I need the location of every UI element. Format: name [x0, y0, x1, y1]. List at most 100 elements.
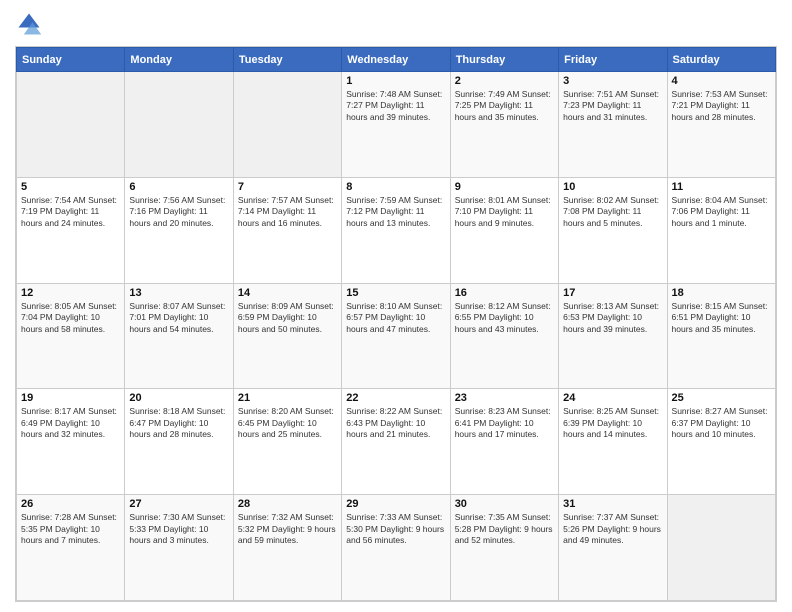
day-number: 14 [238, 287, 337, 299]
day-cell: 5 Sunrise: 7:54 AM Sunset: 7:19 PM Daylig… [17, 177, 125, 283]
day-info: Sunrise: 7:28 AM Sunset: 5:35 PM Dayligh… [21, 512, 120, 546]
day-cell: 1 Sunrise: 7:48 AM Sunset: 7:27 PM Daylig… [342, 72, 450, 178]
day-number: 26 [21, 498, 120, 510]
day-cell: 15Sunrise: 8:10 AM Sunset: 6:57 PM Dayli… [342, 283, 450, 389]
day-cell: 26 Sunrise: 7:28 AM Sunset: 5:35 PM Dayli… [17, 495, 125, 601]
day-cell: 4Sunrise: 7:53 AM Sunset: 7:21 PM Daylig… [667, 72, 775, 178]
day-number: 4 [672, 75, 771, 87]
day-info: Sunrise: 7:59 AM Sunset: 7:12 PM Dayligh… [346, 195, 445, 229]
day-cell: 23 Sunrise: 8:23 AM Sunset: 6:41 PM Dayli… [450, 389, 558, 495]
day-number: 3 [563, 75, 662, 87]
day-cell: 12 Sunrise: 8:05 AM Sunset: 7:04 PM Dayli… [17, 283, 125, 389]
day-info: Sunrise: 7:37 AM Sunset: 5:26 PM Dayligh… [563, 512, 662, 546]
day-number: 8 [346, 181, 445, 193]
day-cell: 21 Sunrise: 8:20 AM Sunset: 6:45 PM Dayli… [233, 389, 341, 495]
day-number: 16 [455, 287, 554, 299]
day-cell: 20 Sunrise: 8:18 AM Sunset: 6:47 PM Dayli… [125, 389, 233, 495]
day-info: Sunrise: 7:57 AM Sunset: 7:14 PM Dayligh… [238, 195, 337, 229]
day-info: Sunrise: 8:01 AM Sunset: 7:10 PM Dayligh… [455, 195, 554, 229]
day-number: 21 [238, 392, 337, 404]
day-info: Sunrise: 8:09 AM Sunset: 6:59 PM Dayligh… [238, 301, 337, 335]
day-info: Sunrise: 8:02 AM Sunset: 7:08 PM Dayligh… [563, 195, 662, 229]
day-cell [667, 495, 775, 601]
page: SundayMondayTuesdayWednesdayThursdayFrid… [0, 0, 792, 612]
day-info: Sunrise: 8:25 AM Sunset: 6:39 PM Dayligh… [563, 406, 662, 440]
weekday-header-row: SundayMondayTuesdayWednesdayThursdayFrid… [17, 48, 776, 72]
day-number: 27 [129, 498, 228, 510]
day-info: Sunrise: 8:15 AM Sunset: 6:51 PM Dayligh… [672, 301, 771, 335]
day-info: Sunrise: 8:13 AM Sunset: 6:53 PM Dayligh… [563, 301, 662, 335]
day-number: 10 [563, 181, 662, 193]
day-number: 2 [455, 75, 554, 87]
day-cell: 16Sunrise: 8:12 AM Sunset: 6:55 PM Dayli… [450, 283, 558, 389]
day-cell [233, 72, 341, 178]
day-info: Sunrise: 8:20 AM Sunset: 6:45 PM Dayligh… [238, 406, 337, 440]
day-number: 1 [346, 75, 445, 87]
day-info: Sunrise: 7:32 AM Sunset: 5:32 PM Dayligh… [238, 512, 337, 546]
week-row-4: 19Sunrise: 8:17 AM Sunset: 6:49 PM Dayli… [17, 389, 776, 495]
day-cell: 2 Sunrise: 7:49 AM Sunset: 7:25 PM Daylig… [450, 72, 558, 178]
weekday-header-sunday: Sunday [17, 48, 125, 72]
day-cell: 3 Sunrise: 7:51 AM Sunset: 7:23 PM Daylig… [559, 72, 667, 178]
day-cell: 28Sunrise: 7:32 AM Sunset: 5:32 PM Dayli… [233, 495, 341, 601]
day-number: 25 [672, 392, 771, 404]
day-number: 13 [129, 287, 228, 299]
logo-icon [15, 10, 43, 38]
day-info: Sunrise: 8:23 AM Sunset: 6:41 PM Dayligh… [455, 406, 554, 440]
day-number: 18 [672, 287, 771, 299]
day-info: Sunrise: 7:33 AM Sunset: 5:30 PM Dayligh… [346, 512, 445, 546]
day-cell: 27 Sunrise: 7:30 AM Sunset: 5:33 PM Dayli… [125, 495, 233, 601]
day-cell: 17 Sunrise: 8:13 AM Sunset: 6:53 PM Dayli… [559, 283, 667, 389]
day-cell: 9Sunrise: 8:01 AM Sunset: 7:10 PM Daylig… [450, 177, 558, 283]
day-number: 12 [21, 287, 120, 299]
day-cell: 18 Sunrise: 8:15 AM Sunset: 6:51 PM Dayli… [667, 283, 775, 389]
day-cell: 13 Sunrise: 8:07 AM Sunset: 7:01 PM Dayli… [125, 283, 233, 389]
calendar: SundayMondayTuesdayWednesdayThursdayFrid… [15, 46, 777, 602]
day-info: Sunrise: 8:18 AM Sunset: 6:47 PM Dayligh… [129, 406, 228, 440]
weekday-header-tuesday: Tuesday [233, 48, 341, 72]
calendar-table: SundayMondayTuesdayWednesdayThursdayFrid… [16, 47, 776, 601]
day-cell: 19Sunrise: 8:17 AM Sunset: 6:49 PM Dayli… [17, 389, 125, 495]
day-number: 30 [455, 498, 554, 510]
day-info: Sunrise: 7:48 AM Sunset: 7:27 PM Dayligh… [346, 89, 445, 123]
day-info: Sunrise: 7:30 AM Sunset: 5:33 PM Dayligh… [129, 512, 228, 546]
day-number: 7 [238, 181, 337, 193]
weekday-header-saturday: Saturday [667, 48, 775, 72]
day-info: Sunrise: 7:56 AM Sunset: 7:16 PM Dayligh… [129, 195, 228, 229]
header [15, 10, 777, 38]
weekday-header-thursday: Thursday [450, 48, 558, 72]
day-info: Sunrise: 7:49 AM Sunset: 7:25 PM Dayligh… [455, 89, 554, 123]
day-number: 29 [346, 498, 445, 510]
day-cell: 6 Sunrise: 7:56 AM Sunset: 7:16 PM Daylig… [125, 177, 233, 283]
day-cell: 8 Sunrise: 7:59 AM Sunset: 7:12 PM Daylig… [342, 177, 450, 283]
day-number: 5 [21, 181, 120, 193]
day-cell: 22 Sunrise: 8:22 AM Sunset: 6:43 PM Dayli… [342, 389, 450, 495]
day-number: 17 [563, 287, 662, 299]
day-number: 20 [129, 392, 228, 404]
day-cell: 7 Sunrise: 7:57 AM Sunset: 7:14 PM Daylig… [233, 177, 341, 283]
week-row-5: 26 Sunrise: 7:28 AM Sunset: 5:35 PM Dayli… [17, 495, 776, 601]
day-info: Sunrise: 7:54 AM Sunset: 7:19 PM Dayligh… [21, 195, 120, 229]
day-cell: 11Sunrise: 8:04 AM Sunset: 7:06 PM Dayli… [667, 177, 775, 283]
day-info: Sunrise: 8:07 AM Sunset: 7:01 PM Dayligh… [129, 301, 228, 335]
day-cell [125, 72, 233, 178]
day-info: Sunrise: 8:05 AM Sunset: 7:04 PM Dayligh… [21, 301, 120, 335]
day-info: Sunrise: 7:51 AM Sunset: 7:23 PM Dayligh… [563, 89, 662, 123]
day-number: 23 [455, 392, 554, 404]
week-row-2: 5 Sunrise: 7:54 AM Sunset: 7:19 PM Daylig… [17, 177, 776, 283]
day-cell: 10 Sunrise: 8:02 AM Sunset: 7:08 PM Dayli… [559, 177, 667, 283]
week-row-1: 1 Sunrise: 7:48 AM Sunset: 7:27 PM Daylig… [17, 72, 776, 178]
day-cell: 14 Sunrise: 8:09 AM Sunset: 6:59 PM Dayli… [233, 283, 341, 389]
day-info: Sunrise: 8:04 AM Sunset: 7:06 PM Dayligh… [672, 195, 771, 229]
day-number: 24 [563, 392, 662, 404]
weekday-header-friday: Friday [559, 48, 667, 72]
day-cell: 25Sunrise: 8:27 AM Sunset: 6:37 PM Dayli… [667, 389, 775, 495]
calendar-header: SundayMondayTuesdayWednesdayThursdayFrid… [17, 48, 776, 72]
day-info: Sunrise: 8:22 AM Sunset: 6:43 PM Dayligh… [346, 406, 445, 440]
weekday-header-monday: Monday [125, 48, 233, 72]
week-row-3: 12 Sunrise: 8:05 AM Sunset: 7:04 PM Dayli… [17, 283, 776, 389]
day-number: 15 [346, 287, 445, 299]
day-number: 22 [346, 392, 445, 404]
day-number: 6 [129, 181, 228, 193]
logo [15, 10, 47, 38]
